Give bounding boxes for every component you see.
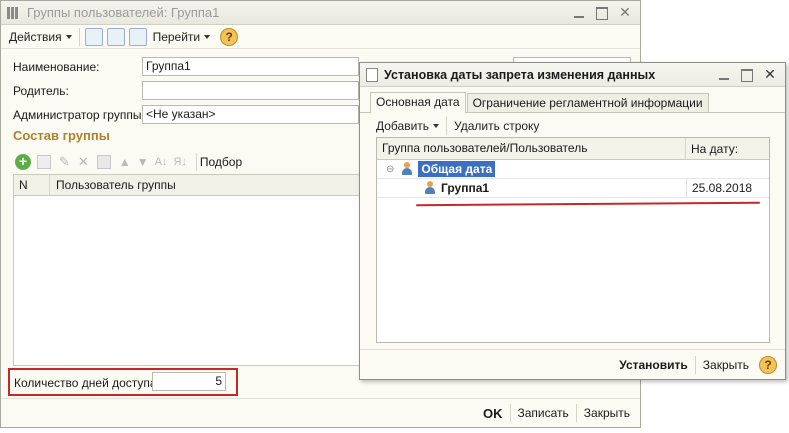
- column-header-number[interactable]: N: [14, 175, 50, 195]
- group-cell: ⊖ Общая дата: [377, 161, 686, 177]
- maximize-button[interactable]: [593, 5, 611, 21]
- parent-label: Родитель:: [13, 84, 69, 98]
- main-titlebar: Группы пользователей: Группа1 ✕: [1, 1, 640, 25]
- dialog-titlebar: Установка даты запрета изменения данных …: [360, 63, 785, 87]
- composition-toolbar: + ✎ ✕ ▲ ▼ A↓ Я↓ Подбор: [15, 152, 360, 172]
- save-icon[interactable]: [106, 27, 125, 46]
- name-label: Наименование:: [13, 60, 100, 74]
- toolbar-separator: [446, 117, 448, 135]
- admin-label: Администратор группы:: [13, 108, 145, 122]
- minimize-button[interactable]: [570, 5, 588, 21]
- user-group-icon: [400, 162, 414, 176]
- name-input[interactable]: Группа1: [142, 57, 359, 76]
- goto-menu-button[interactable]: Перейти: [149, 27, 215, 47]
- table-row[interactable]: ⊖ Общая дата: [377, 160, 769, 179]
- composition-grid-header: N Пользователь группы: [13, 174, 360, 196]
- admin-input[interactable]: <Не указан>: [142, 105, 359, 124]
- refresh-icon[interactable]: [128, 27, 147, 46]
- main-title: Группы пользователей: Группа1: [27, 5, 220, 20]
- close-button[interactable]: Закрыть: [580, 406, 634, 420]
- dialog-toolbar: Добавить Удалить строку: [374, 116, 774, 136]
- row-name: Общая дата: [418, 161, 496, 177]
- row-name: Группа1: [441, 181, 490, 195]
- help-icon[interactable]: ?: [759, 356, 777, 374]
- footer-separator: [509, 404, 511, 422]
- ok-button[interactable]: OK: [479, 406, 507, 421]
- close-icon[interactable]: ✕: [761, 66, 779, 83]
- goto-label: Перейти: [152, 29, 201, 44]
- maximize-button[interactable]: [738, 67, 756, 83]
- document-icon: [366, 67, 378, 82]
- column-header-group[interactable]: Группа пользователей/Пользователь: [377, 138, 686, 159]
- access-days-input[interactable]: 5: [152, 372, 226, 391]
- date-lock-dialog: Установка даты запрета изменения данных …: [359, 62, 786, 380]
- main-footer-buttons: OK Записать Закрыть: [479, 404, 634, 422]
- main-toolbar: Действия Перейти ?: [1, 25, 640, 49]
- row-date: 25.08.2018: [686, 179, 752, 197]
- footer-separator: [575, 404, 577, 422]
- help-icon[interactable]: ?: [220, 27, 239, 46]
- toolbar-separator: [78, 27, 80, 46]
- set-button[interactable]: Установить: [615, 358, 692, 372]
- column-header-date[interactable]: На дату:: [686, 142, 738, 156]
- actions-menu-button[interactable]: Действия: [5, 27, 76, 47]
- parent-input[interactable]: [142, 81, 359, 100]
- tab-regulatory-restriction[interactable]: Ограничение регламентной информации: [466, 93, 709, 112]
- copy-icon[interactable]: [37, 155, 51, 169]
- sort-asc-icon[interactable]: A↓: [155, 156, 168, 168]
- tab-main-date[interactable]: Основная дата: [370, 92, 466, 113]
- dialog-table-header: Группа пользователей/Пользователь На дат…: [377, 138, 769, 160]
- edit-icon[interactable]: ✎: [59, 154, 70, 170]
- footer-divider: [1, 398, 640, 399]
- chevron-down-icon: [433, 124, 440, 128]
- group-cell: Группа1: [377, 181, 686, 195]
- add-icon[interactable]: +: [15, 154, 31, 170]
- catalog-icon: [7, 6, 21, 19]
- dialog-title: Установка даты запрета изменения данных: [384, 67, 656, 82]
- composition-title: Состав группы: [13, 128, 110, 143]
- pick-button[interactable]: Подбор: [200, 155, 242, 169]
- close-icon[interactable]: ✕: [616, 4, 634, 21]
- dialog-footer-divider: [360, 349, 785, 350]
- composition-grid-body[interactable]: [13, 196, 360, 366]
- table-row[interactable]: Группа1 25.08.2018: [377, 179, 769, 198]
- access-days-label: Количество дней доступа:: [14, 376, 160, 390]
- collapse-icon[interactable]: ⊖: [386, 164, 394, 175]
- delete-row-button[interactable]: Удалить строку: [450, 116, 543, 136]
- column-header-user[interactable]: Пользователь группы: [50, 178, 176, 192]
- dialog-footer-buttons: Установить Закрыть ?: [615, 356, 777, 374]
- add-menu-button[interactable]: Добавить: [374, 116, 443, 136]
- arrow-down-icon[interactable]: ▼: [137, 155, 149, 169]
- dialog-table: Группа пользователей/Пользователь На дат…: [376, 137, 770, 343]
- actions-label: Действия: [9, 29, 62, 44]
- toolbar-separator: [195, 153, 197, 171]
- save-close-icon[interactable]: [84, 27, 103, 46]
- arrow-up-icon[interactable]: ▲: [119, 155, 131, 169]
- chevron-down-icon: [204, 34, 211, 39]
- add-label: Добавить: [376, 119, 430, 133]
- save-button[interactable]: Записать: [514, 406, 573, 420]
- minimize-button[interactable]: [715, 67, 733, 83]
- user-icon: [423, 181, 437, 195]
- chevron-down-icon: [65, 34, 72, 39]
- dialog-tabs: Основная дата Ограничение регламентной и…: [360, 92, 785, 113]
- end-edit-icon[interactable]: [96, 155, 111, 169]
- dialog-close-button[interactable]: Закрыть: [699, 358, 753, 372]
- footer-separator: [694, 356, 696, 374]
- sort-desc-icon[interactable]: Я↓: [173, 156, 186, 168]
- delete-icon[interactable]: ✕: [78, 154, 89, 170]
